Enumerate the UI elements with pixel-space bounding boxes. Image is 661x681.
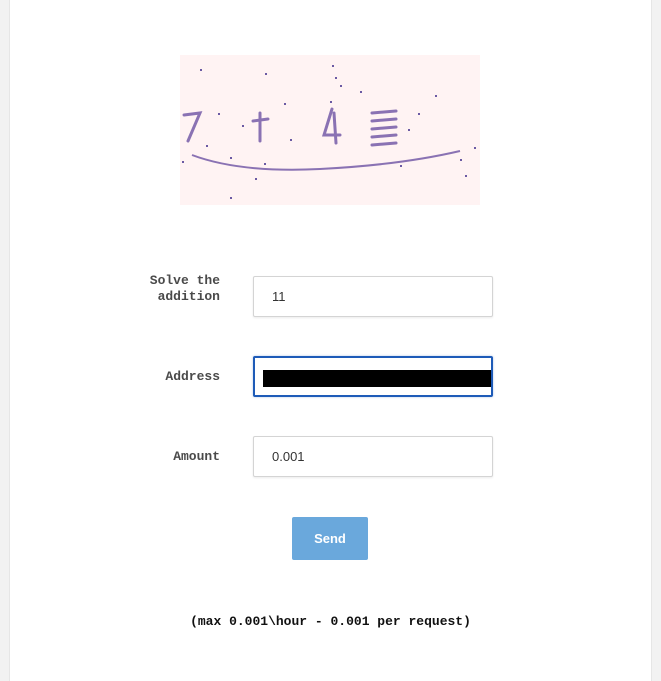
send-button[interactable]: Send: [292, 517, 368, 560]
solve-label: Solve the addition: [149, 273, 220, 304]
limit-note: (max 0.001\hour - 0.001 per request): [190, 614, 471, 629]
address-input[interactable]: [253, 356, 493, 397]
redaction-bar: [263, 370, 491, 387]
captcha-answer-input[interactable]: [253, 276, 493, 317]
amount-label: Amount: [173, 449, 220, 464]
amount-input[interactable]: [253, 436, 493, 477]
address-label: Address: [165, 369, 220, 384]
faucet-card: Solve the addition Address Amount Send (…: [9, 0, 652, 681]
captcha-image: [180, 55, 480, 205]
